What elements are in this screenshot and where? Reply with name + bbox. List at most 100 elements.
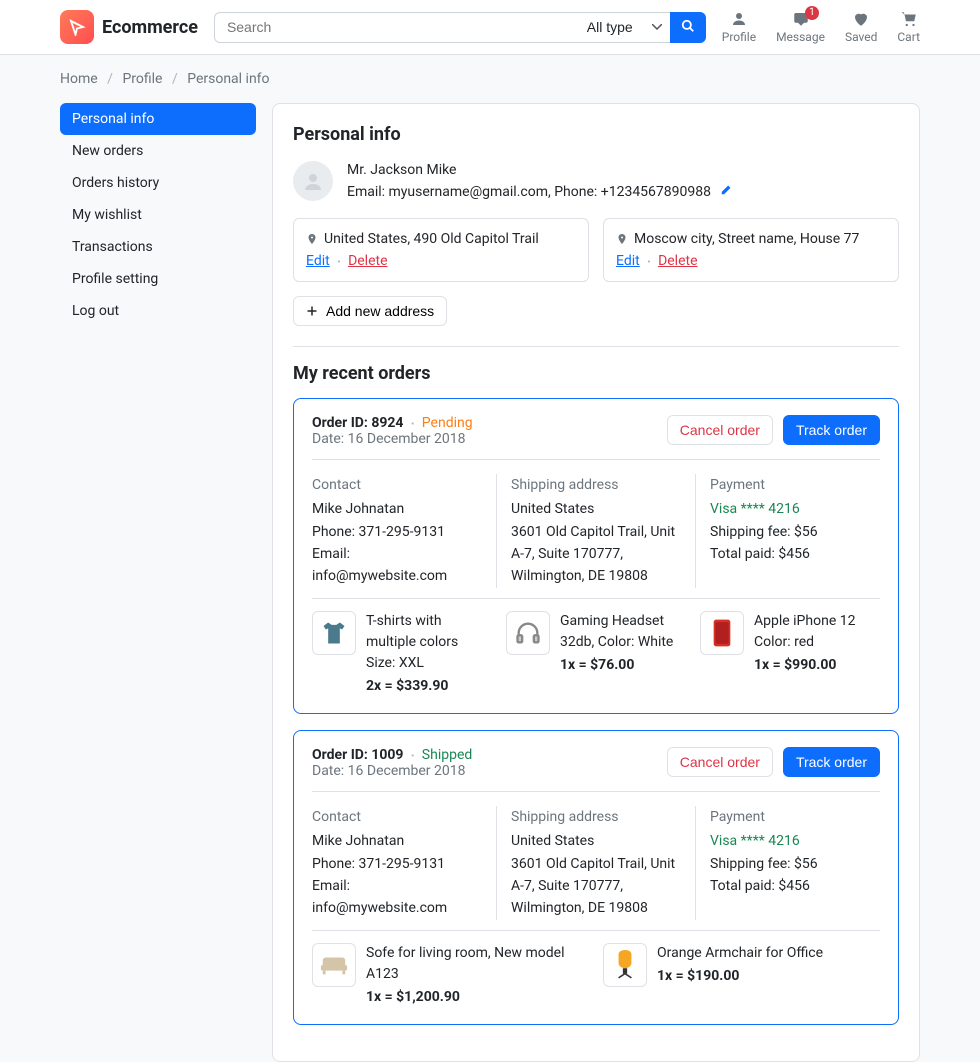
product-thumbnail (312, 611, 356, 655)
breadcrumb: Home / Profile / Personal info (60, 55, 920, 103)
breadcrumb-profile[interactable]: Profile (122, 71, 162, 87)
message-badge: 1 (805, 6, 819, 20)
edit-profile-button[interactable] (720, 184, 734, 200)
product-name: Apple iPhone 12 (754, 611, 855, 632)
breadcrumb-home[interactable]: Home (60, 71, 98, 87)
payment-card: Visa **** 4216 (710, 830, 880, 852)
product-variant: Color: red (754, 632, 855, 653)
sidebar-item-my-wishlist[interactable]: My wishlist (60, 199, 256, 231)
profile-name: Mr. Jackson Mike (347, 159, 734, 181)
sidebar-item-personal-info[interactable]: Personal info (60, 103, 256, 135)
profile-contact: Email: myusername@gmail.com, Phone: +123… (347, 184, 711, 200)
cancel-order-button[interactable]: Cancel order (667, 415, 773, 445)
sidebar-item-label: Profile setting (60, 263, 256, 295)
shipping-heading: Shipping address (511, 806, 681, 828)
product-name: Orange Armchair for Office (657, 943, 823, 964)
order-item: Sofe for living room, New model A123 1x … (312, 943, 589, 1008)
search-type-select[interactable]: All type (575, 12, 670, 43)
pin-icon (616, 232, 628, 246)
product-thumbnail (506, 611, 550, 655)
payment-heading: Payment (710, 806, 880, 828)
sidebar-item-label: Log out (60, 295, 256, 327)
sidebar-item-label: Transactions (60, 231, 256, 263)
shipping-country: United States (511, 498, 681, 520)
personal-info-heading: Personal info (293, 124, 899, 145)
heart-icon (852, 10, 870, 28)
address-card: Moscow city, Street name, House 77 Edit … (603, 218, 899, 282)
recent-orders-heading: My recent orders (293, 363, 899, 384)
order-item: Orange Armchair for Office 1x = $190.00 (603, 943, 880, 1008)
product-price: 1x = $1,200.90 (366, 987, 589, 1008)
product-price: 1x = $990.00 (754, 655, 855, 676)
cart-icon (900, 10, 918, 28)
search-icon (681, 19, 695, 33)
sidebar-item-label: Orders history (60, 167, 256, 199)
shipping-address: 3601 Old Capitol Trail, Unit A-7, Suite … (511, 521, 681, 588)
product-thumbnail (312, 943, 356, 987)
add-address-button[interactable]: Add new address (293, 296, 447, 326)
payment-heading: Payment (710, 474, 880, 496)
address-text: United States, 490 Old Capitol Trail (324, 231, 539, 247)
avatar (293, 161, 333, 201)
pin-icon (306, 232, 318, 246)
product-price: 1x = $190.00 (657, 966, 823, 987)
contact-name: Mike Johnatan (312, 498, 482, 520)
nav-profile[interactable]: Profile (722, 10, 756, 44)
user-icon (730, 10, 748, 28)
address-delete-link[interactable]: Delete (658, 253, 697, 269)
breadcrumb-current: Personal info (187, 71, 269, 87)
sidebar-item-new-orders[interactable]: New orders (60, 135, 256, 167)
plus-icon (306, 305, 318, 317)
address-delete-link[interactable]: Delete (348, 253, 387, 269)
main-content: Personal info Mr. Jackson Mike Email: my… (272, 103, 920, 1062)
order-status: Shipped (422, 747, 472, 763)
product-thumbnail (700, 611, 744, 655)
sidebar-item-transactions[interactable]: Transactions (60, 231, 256, 263)
order-card: Order ID: 8924 • Pending Date: 16 Decemb… (293, 398, 899, 714)
sidebar-item-label: My wishlist (60, 199, 256, 231)
product-name: Gaming Headset 32db, Color: White (560, 611, 686, 653)
order-id: Order ID: 8924 (312, 415, 403, 431)
sidebar-item-profile-setting[interactable]: Profile setting (60, 263, 256, 295)
nav-saved[interactable]: Saved (845, 10, 877, 44)
product-variant: Size: XXL (366, 653, 492, 674)
product-thumbnail (603, 943, 647, 987)
order-status: Pending (422, 415, 473, 431)
product-price: 1x = $76.00 (560, 655, 686, 676)
pencil-icon (720, 182, 734, 196)
sidebar-item-log-out[interactable]: Log out (60, 295, 256, 327)
nav-cart[interactable]: Cart (897, 10, 920, 44)
address-edit-link[interactable]: Edit (616, 253, 640, 269)
contact-email: Email: info@mywebsite.com (312, 543, 482, 588)
order-item: Apple iPhone 12 Color: red 1x = $990.00 (700, 611, 880, 697)
brand-name: Ecommerce (102, 17, 198, 38)
payment-total: Total paid: $456 (710, 875, 880, 897)
search-button[interactable] (670, 12, 706, 43)
contact-phone: Phone: 371-295-9131 (312, 521, 482, 543)
payment-card: Visa **** 4216 (710, 498, 880, 520)
search-form: All type (214, 12, 706, 43)
sidebar-item-orders-history[interactable]: Orders history (60, 167, 256, 199)
sidebar-item-label: Personal info (60, 103, 256, 135)
order-date: Date: 16 December 2018 (312, 431, 473, 447)
cancel-order-button[interactable]: Cancel order (667, 747, 773, 777)
product-name: Sofe for living room, New model A123 (366, 943, 589, 985)
search-input[interactable] (214, 12, 575, 43)
shipping-address: 3601 Old Capitol Trail, Unit A-7, Suite … (511, 853, 681, 920)
track-order-button[interactable]: Track order (783, 415, 880, 445)
brand-link[interactable]: Ecommerce (60, 10, 198, 44)
address-card: United States, 490 Old Capitol Trail Edi… (293, 218, 589, 282)
shipping-heading: Shipping address (511, 474, 681, 496)
contact-name: Mike Johnatan (312, 830, 482, 852)
address-edit-link[interactable]: Edit (306, 253, 330, 269)
nav-message[interactable]: 1 Message (776, 10, 825, 44)
payment-fee: Shipping fee: $56 (710, 853, 880, 875)
contact-heading: Contact (312, 806, 482, 828)
avatar-placeholder-icon (301, 169, 325, 193)
track-order-button[interactable]: Track order (783, 747, 880, 777)
order-date: Date: 16 December 2018 (312, 763, 472, 779)
order-item: Gaming Headset 32db, Color: White 1x = $… (506, 611, 686, 697)
order-item: T-shirts with multiple colors Size: XXL … (312, 611, 492, 697)
order-id: Order ID: 1009 (312, 747, 403, 763)
payment-fee: Shipping fee: $56 (710, 521, 880, 543)
